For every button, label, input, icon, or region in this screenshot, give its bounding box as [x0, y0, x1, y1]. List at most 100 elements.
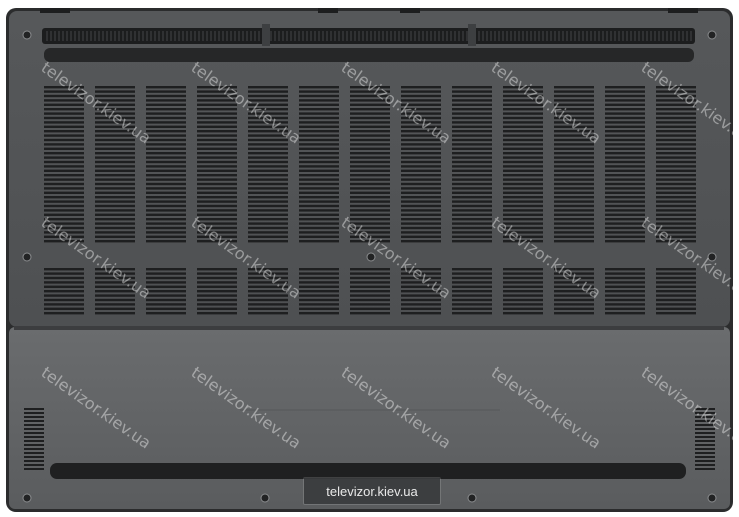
grille-slot: [299, 169, 339, 172]
exhaust-fin: [390, 31, 392, 41]
exhaust-fin: [374, 31, 376, 41]
screw: [22, 252, 32, 262]
grille-slot: [95, 138, 135, 142]
grille-slot: [452, 147, 492, 150]
grille-slot: [452, 226, 492, 230]
grille-slot: [605, 268, 645, 271]
grille-slot: [350, 312, 390, 315]
grille-slot: [503, 196, 543, 199]
side-vent-slot: [695, 464, 715, 466]
grille-slot: [452, 285, 492, 288]
grille-slot: [44, 187, 84, 190]
grille-slot: [95, 235, 135, 238]
grille-slot: [656, 281, 696, 284]
grille-slot: [605, 99, 645, 102]
grille-slot: [605, 204, 645, 208]
exhaust-fin: [662, 31, 664, 41]
grille-slot: [656, 209, 696, 212]
grille-slot: [95, 231, 135, 234]
grille-slot: [605, 200, 645, 203]
grille-slot: [146, 160, 186, 164]
grille-slot: [248, 222, 288, 225]
grille-slot: [95, 307, 135, 310]
side-vent-slot: [695, 460, 715, 462]
grille-slot: [95, 191, 135, 194]
grille-slot: [299, 276, 339, 280]
grille-slot: [197, 147, 237, 150]
grille-slot: [197, 182, 237, 186]
grille-slot: [299, 226, 339, 230]
grille-slot: [95, 226, 135, 230]
grille-slot: [44, 307, 84, 310]
grille-slot: [146, 235, 186, 238]
exhaust-fin: [410, 31, 412, 41]
grille-slot: [554, 191, 594, 194]
grille-slot: [605, 285, 645, 288]
grille-slot: [554, 226, 594, 230]
grille-slot: [554, 165, 594, 168]
exhaust-fin: [74, 31, 76, 41]
grille-slot: [452, 272, 492, 275]
grille-slot: [299, 196, 339, 199]
grille-slot: [248, 86, 288, 89]
exhaust-fin: [518, 31, 520, 41]
grille-slot: [350, 196, 390, 199]
grille-slot: [248, 178, 288, 181]
grille-slot: [299, 200, 339, 203]
grille-slot: [44, 298, 84, 302]
exhaust-fin: [310, 31, 312, 41]
exhaust-fin: [242, 31, 244, 41]
grille-slot: [197, 307, 237, 310]
grille-slot: [452, 138, 492, 142]
exhaust-fin: [62, 31, 64, 41]
grille-slot: [44, 169, 84, 172]
grille-slot: [503, 178, 543, 181]
exhaust-fin: [178, 31, 180, 41]
grille-slot: [95, 209, 135, 212]
grille-slot: [656, 276, 696, 280]
exhaust-fin: [594, 31, 596, 41]
grille-slot: [605, 187, 645, 190]
grille-slot: [197, 169, 237, 172]
grille-slot: [554, 231, 594, 234]
exhaust-fin: [658, 31, 660, 41]
exhaust-fin: [590, 31, 592, 41]
exhaust-fin: [246, 31, 248, 41]
grille-slot: [248, 312, 288, 315]
grille-slot: [146, 138, 186, 142]
grille-slot: [197, 165, 237, 168]
grille-slot: [299, 222, 339, 225]
grille-slot: [605, 143, 645, 146]
grille-slot: [299, 290, 339, 293]
exhaust-fin: [654, 31, 656, 41]
exhaust-fin: [182, 31, 184, 41]
grille-slot: [299, 138, 339, 142]
grille-slot: [503, 276, 543, 280]
grille-slot: [452, 165, 492, 168]
grille-slot: [503, 152, 543, 155]
grille-slot: [44, 209, 84, 212]
grille-slot: [452, 182, 492, 186]
grille-slot: [350, 138, 390, 142]
grille-slot: [299, 213, 339, 216]
grille-slot: [503, 312, 543, 315]
grille-slot: [299, 285, 339, 288]
grille-slot: [401, 303, 441, 306]
grille-slot: [656, 174, 696, 177]
exhaust-fin: [482, 31, 484, 41]
exhaust-fin: [282, 31, 284, 41]
exhaust-fin: [386, 31, 388, 41]
grille-slot: [605, 94, 645, 98]
exhaust-fin: [522, 31, 524, 41]
grille-slot: [605, 174, 645, 177]
grille-slot: [401, 298, 441, 302]
grille-slot: [656, 294, 696, 297]
exhaust-fin: [638, 31, 640, 41]
exhaust-fin: [362, 31, 364, 41]
grille-slot: [605, 294, 645, 297]
grille-slot: [44, 147, 84, 150]
exhaust-fin: [214, 31, 216, 41]
grille-slot: [554, 218, 594, 221]
grille-slot: [146, 116, 186, 120]
grille-slot: [554, 169, 594, 172]
